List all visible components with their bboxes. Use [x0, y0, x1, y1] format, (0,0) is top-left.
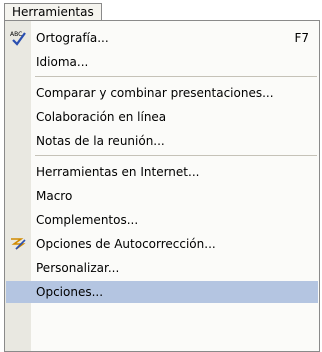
menu-item-label: Complementos... — [36, 213, 139, 227]
menu-item-label: Ortografía... — [36, 31, 109, 45]
menu-bar: Herramientas — [0, 0, 322, 21]
menu-item-personalizar[interactable]: Personalizar... — [5, 257, 319, 279]
herramientas-dropdown: ABC Ortografía... F7 Idioma... Comparar … — [4, 20, 320, 352]
menu-item-label: Opciones... — [36, 285, 104, 299]
menu-item-label: Personalizar... — [36, 261, 120, 275]
menu-item-label: Macro — [36, 189, 73, 203]
menu-item-label: Comparar y combinar presentaciones... — [36, 86, 274, 100]
menu-item-idioma[interactable]: Idioma... — [5, 51, 319, 73]
menu-item-comparar[interactable]: Comparar y combinar presentaciones... — [5, 82, 319, 104]
menu-item-macro[interactable]: Macro — [5, 185, 319, 207]
menu-item-notas[interactable]: Notas de la reunión... — [5, 130, 319, 152]
menu-item-label: Notas de la reunión... — [36, 134, 165, 148]
separator — [35, 155, 317, 156]
menu-item-autocorreccion[interactable]: Opciones de Autocorrección... — [5, 233, 319, 255]
menu-item-herramientas-internet[interactable]: Herramientas en Internet... — [5, 161, 319, 183]
menu-item-opciones[interactable]: Opciones... — [6, 281, 318, 303]
menu-item-label: Opciones de Autocorrección... — [36, 237, 216, 251]
svg-text:ABC: ABC — [10, 31, 22, 38]
menu-herramientas[interactable]: Herramientas — [4, 3, 102, 21]
menu-item-complementos[interactable]: Complementos... — [5, 209, 319, 231]
shortcut-label: F7 — [294, 31, 309, 45]
menu-item-ortografia[interactable]: ABC Ortografía... F7 — [5, 27, 319, 49]
autocorrect-icon — [9, 236, 27, 252]
spelling-check-icon: ABC — [9, 30, 27, 46]
menu-item-label: Idioma... — [36, 55, 89, 69]
menu-item-label: Herramientas en Internet... — [36, 165, 200, 179]
separator — [35, 76, 317, 77]
menu-item-colaboracion[interactable]: Colaboración en línea — [5, 106, 319, 128]
menu-item-label: Colaboración en línea — [36, 110, 167, 124]
